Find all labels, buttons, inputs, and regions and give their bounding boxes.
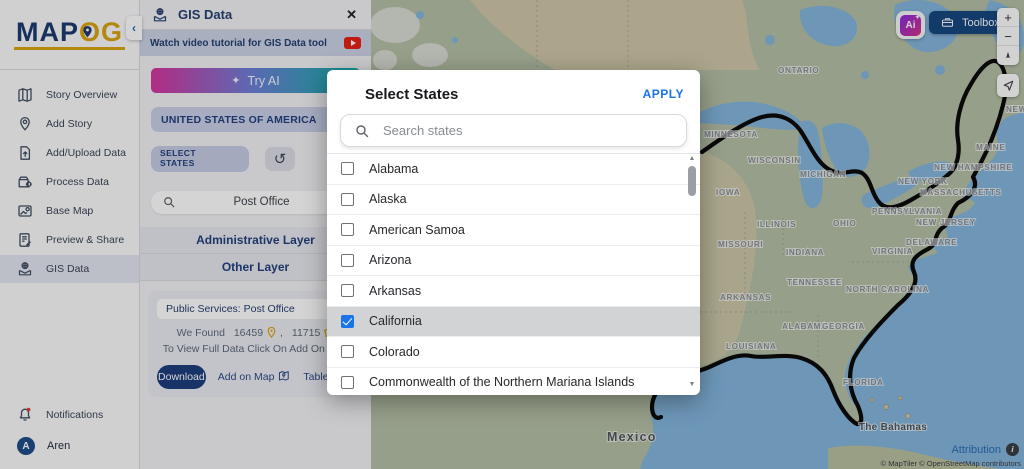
state-label: Alabama	[369, 162, 418, 176]
modal-scrollbar[interactable]: ▲ ▼	[686, 154, 698, 390]
state-row-northern-mariana-islands[interactable]: Commonwealth of the Northern Mariana Isl…	[327, 368, 700, 396]
checkbox[interactable]	[341, 223, 354, 236]
state-row-american-samoa[interactable]: American Samoa	[327, 215, 700, 246]
checkbox[interactable]	[341, 376, 354, 389]
scroll-down-icon[interactable]: ▼	[686, 380, 698, 390]
state-row-colorado[interactable]: Colorado	[327, 337, 700, 368]
checkbox[interactable]	[341, 193, 354, 206]
state-search-input[interactable]	[381, 122, 672, 139]
state-label: California	[369, 314, 422, 328]
checkbox[interactable]	[341, 162, 354, 175]
state-label: Arizona	[369, 253, 411, 267]
state-label: Colorado	[369, 345, 420, 359]
state-label: Commonwealth of the Northern Mariana Isl…	[369, 375, 634, 389]
select-states-modal: Select States APPLY Alabama Alaska Ameri…	[327, 70, 700, 395]
modal-header: Select States APPLY	[327, 70, 700, 113]
scroll-up-icon[interactable]: ▲	[686, 154, 698, 164]
state-label: American Samoa	[369, 223, 465, 237]
state-row-arizona[interactable]: Arizona	[327, 246, 700, 277]
state-list: Alabama Alaska American Samoa Arizona Ar…	[327, 153, 700, 395]
state-label: Arkansas	[369, 284, 421, 298]
state-row-california[interactable]: California	[327, 307, 700, 338]
app-window: ONTARIO MINNESOTA WISCONSIN MICHIGAN IOW…	[0, 0, 1024, 469]
modal-title: Select States	[365, 86, 639, 103]
checkbox[interactable]	[341, 284, 354, 297]
checkbox[interactable]	[341, 315, 354, 328]
checkbox[interactable]	[341, 345, 354, 358]
state-label: Alaska	[369, 192, 407, 206]
state-row-alabama[interactable]: Alabama	[327, 154, 700, 185]
state-row-alaska[interactable]: Alaska	[327, 185, 700, 216]
checkbox[interactable]	[341, 254, 354, 267]
state-search-box[interactable]	[340, 114, 687, 147]
state-row-arkansas[interactable]: Arkansas	[327, 276, 700, 307]
apply-button[interactable]: APPLY	[639, 85, 688, 103]
search-icon	[355, 124, 369, 138]
scrollbar-thumb[interactable]	[688, 166, 696, 196]
